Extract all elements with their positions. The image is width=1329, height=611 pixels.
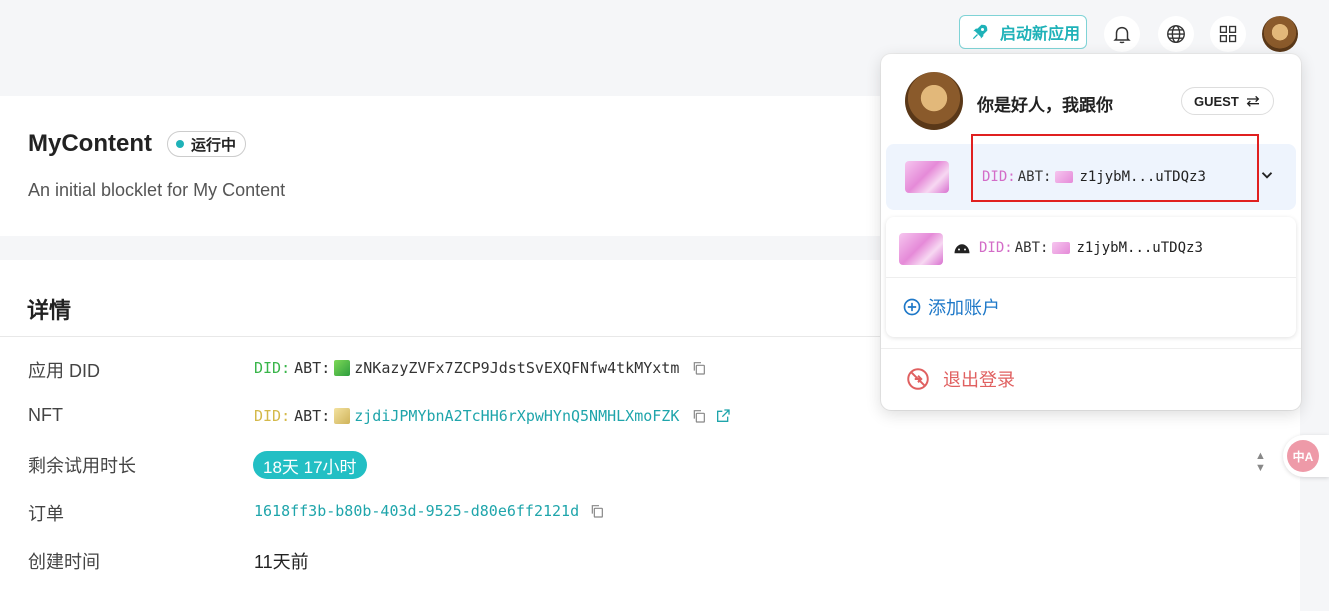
did-abt: ABT: xyxy=(294,359,331,377)
order-label: 订单 xyxy=(28,504,64,524)
android-icon xyxy=(954,244,970,254)
grid-icon xyxy=(1219,25,1237,43)
translate-widget[interactable]: 中A xyxy=(1283,435,1329,477)
globe-icon xyxy=(1167,25,1185,43)
switch-role-button[interactable]: GUEST xyxy=(1181,87,1274,115)
did-prefix: DID: xyxy=(979,240,1013,256)
add-account-button[interactable]: 添加账户 xyxy=(902,294,1000,320)
account-list-item[interactable]: DID: ABT: z1jybM...uTDQz3 xyxy=(886,217,1296,277)
notifications-button[interactable] xyxy=(1104,16,1140,52)
add-circle-icon xyxy=(903,298,921,316)
nft-link[interactable]: zjdiJPMYbnA2TcHH6rXpwHYnQ5NMHLXmoFZK xyxy=(354,407,679,425)
highlight-box xyxy=(971,134,1259,202)
status-dot xyxy=(176,140,184,148)
username: 你是好人，我跟你 xyxy=(977,96,1113,115)
divider xyxy=(886,277,1296,278)
language-button[interactable] xyxy=(1158,16,1194,52)
logout-icon xyxy=(907,368,929,390)
bell-icon xyxy=(1113,26,1131,44)
status-label: 运行中 xyxy=(191,136,237,154)
nft-label: NFT xyxy=(28,405,63,425)
did-abt: ABT: xyxy=(1014,240,1049,256)
copy-icon[interactable] xyxy=(691,408,707,424)
created-label: 创建时间 xyxy=(28,552,100,572)
account-avatar xyxy=(899,233,943,265)
did-string: zNKazyZVFx7ZCP9JdstSvEXQFNfw4tkMYxtm xyxy=(354,359,680,377)
divider xyxy=(881,348,1301,349)
copy-icon[interactable] xyxy=(691,360,707,376)
trial-badge: 18天 17小时 xyxy=(253,451,367,479)
nft-value: DID: ABT: zjdiJPMYbnA2TcHH6rXpwHYnQ5NMHLX… xyxy=(254,407,731,425)
user-menu-panel: 你是好人，我跟你 GUEST DID: ABT: z1jybM...uTDQz3 D… xyxy=(881,54,1301,410)
external-link-icon[interactable] xyxy=(715,408,731,424)
order-link[interactable]: 1618ff3b-b80b-403d-9525-d80e6ff2121d xyxy=(254,502,579,520)
apps-button[interactable] xyxy=(1210,16,1246,52)
rocket-icon xyxy=(972,24,988,40)
order-value: 1618ff3b-b80b-403d-9525-d80e6ff2121d xyxy=(254,502,605,520)
user-avatar-button[interactable] xyxy=(1262,16,1298,52)
did-string: z1jybM...uTDQz3 xyxy=(1076,240,1203,256)
scroll-stepper[interactable]: ▲ ▼ xyxy=(1255,450,1266,474)
app-did-label: 应用 DID xyxy=(28,361,100,381)
did-identicon-icon xyxy=(1052,242,1071,254)
divider xyxy=(0,336,880,337)
launch-new-app-label: 启动新应用 xyxy=(1000,26,1081,43)
trial-label: 剩余试用时长 xyxy=(28,456,136,476)
nft-prefix: DID: xyxy=(254,407,291,425)
account-did: DID: ABT: z1jybM...uTDQz3 xyxy=(953,240,1203,256)
translate-icon: 中A xyxy=(1287,440,1319,472)
status-badge: 运行中 xyxy=(167,131,247,157)
account-list: DID: ABT: z1jybM...uTDQz3 添加账户 xyxy=(886,217,1296,337)
did-identicon-icon xyxy=(334,360,351,376)
account-avatar xyxy=(905,161,949,193)
launch-new-app-button[interactable]: 启动新应用 xyxy=(959,15,1087,49)
chevron-down-icon[interactable] xyxy=(1258,166,1276,184)
created-value: 11天前 xyxy=(254,552,309,572)
logout-label: 退出登录 xyxy=(943,370,1015,390)
add-account-label: 添加账户 xyxy=(928,298,1000,318)
app-did-value: DID: ABT: zNKazyZVFx7ZCP9JdstSvEXQFNfw4tk… xyxy=(254,359,707,377)
nft-identicon-icon xyxy=(334,408,351,424)
nft-abt: ABT: xyxy=(294,407,331,425)
swap-icon xyxy=(1246,95,1260,107)
role-label: GUEST xyxy=(1194,93,1239,109)
logout-button[interactable]: 退出登录 xyxy=(905,366,1015,392)
user-avatar xyxy=(905,72,963,130)
copy-icon[interactable] xyxy=(589,503,605,519)
did-prefix: DID: xyxy=(254,359,291,377)
app-description: An initial blocklet for My Content xyxy=(28,180,286,200)
app-title: MyContent xyxy=(28,130,152,157)
details-title: 详情 xyxy=(27,298,72,323)
